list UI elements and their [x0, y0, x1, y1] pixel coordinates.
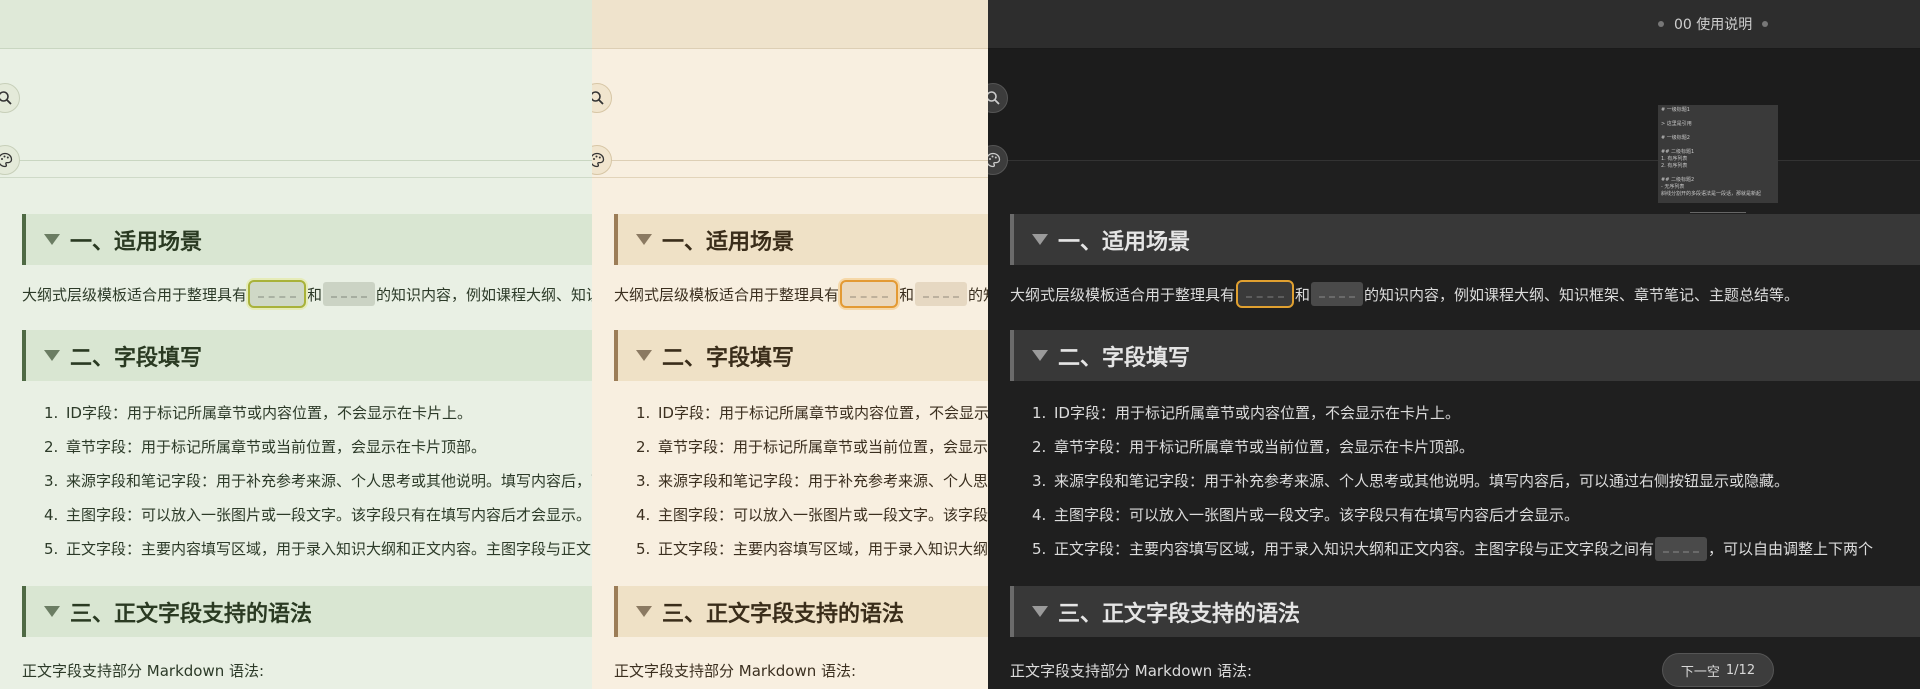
tool-area: # 一级标题1 > 这里是引用 # 一级标题2 ## 二级标题1 1. 有序列表…: [988, 49, 1920, 218]
card-content: 一、适用场景 大纲式层级模板适合用于整理具有 和 的知识内容，例如课程大纲、知识…: [0, 200, 592, 689]
cloze-blank[interactable]: [1311, 282, 1364, 306]
divider: [0, 177, 592, 178]
intro-paragraph: 大纲式层级模板适合用于整理具有 和 的知识内容，例如课程大纲、知识框架、章节笔记…: [614, 280, 988, 308]
search-icon: [592, 91, 604, 105]
section-heading-2[interactable]: 二、字段填写: [614, 330, 988, 381]
page-title: 00 使用说明: [1658, 14, 1769, 34]
syntax-intro: 正文字段支持部分 Markdown 语法:: [22, 661, 265, 680]
field-list: 1.ID字段：用于标记所属章节或内容位置，不会显示在卡片上。 2.章节字段：用于…: [22, 396, 592, 566]
list-item: 2.章节字段：用于标记所属章节或当前位置，会显示在卡片顶部。: [1032, 438, 1475, 456]
section-heading-2[interactable]: 二、字段填写: [1010, 330, 1920, 381]
section-heading-2[interactable]: 二、字段填写: [22, 330, 592, 381]
tool-area: [592, 49, 988, 161]
intro-paragraph: 大纲式层级模板适合用于整理具有 和 的知识内容，例如课程大纲、知识框架、章节笔记…: [22, 280, 592, 308]
cloze-blank[interactable]: [1655, 537, 1708, 561]
collapse-triangle-icon[interactable]: [636, 606, 652, 617]
palette-icon: [0, 152, 13, 168]
field-list: 1.ID字段：用于标记所属章节或内容位置，不会显示在卡片上。 2.章节字段：用于…: [1010, 396, 1873, 566]
search-icon: [0, 91, 12, 105]
list-item: 5.正文字段：主要内容填写区域，用于录入知识大纲和正文内容。主图字段与正文字段之…: [636, 540, 988, 558]
tool-area: [0, 49, 592, 161]
collapse-triangle-icon[interactable]: [44, 350, 60, 361]
list-item: 2.章节字段：用于标记所属章节或当前位置，会显示在卡片顶部。: [44, 438, 487, 456]
cloze-blank-active[interactable]: [840, 280, 899, 308]
collapse-triangle-icon[interactable]: [1032, 234, 1048, 245]
minimap[interactable]: # 一级标题1 > 这里是引用 # 一级标题2 ## 二级标题1 1. 有序列表…: [1658, 105, 1778, 203]
cloze-blank[interactable]: [323, 282, 376, 306]
collapse-triangle-icon[interactable]: [1032, 350, 1048, 361]
collapse-triangle-icon[interactable]: [44, 234, 60, 245]
intro-paragraph: 大纲式层级模板适合用于整理具有 和 的知识内容，例如课程大纲、知识框架、章节笔记…: [1010, 280, 1799, 308]
dot-icon: [1762, 21, 1769, 27]
collapse-triangle-icon[interactable]: [44, 606, 60, 617]
cloze-blank-active[interactable]: [1236, 280, 1295, 308]
list-item: 4.主图字段：可以放入一张图片或一段文字。该字段只有在填写内容后才会显示。: [1032, 506, 1580, 524]
top-bar: 00 使用说明: [988, 0, 1920, 49]
palette-icon: [592, 152, 605, 168]
card-content: 一、适用场景 大纲式层级模板适合用于整理具有 和 的知识内容，例如课程大纲、知识…: [988, 200, 1920, 689]
top-bar: [0, 0, 592, 49]
next-blank-button[interactable]: 下一空 1/12: [1662, 653, 1774, 687]
list-item: 1.ID字段：用于标记所属章节或内容位置，不会显示在卡片上。: [1032, 404, 1460, 422]
palette-icon: [988, 152, 1001, 168]
section-heading-3[interactable]: 三、正文字段支持的语法: [22, 586, 592, 637]
section-heading-1[interactable]: 一、适用场景: [614, 214, 988, 265]
collapse-triangle-icon[interactable]: [636, 234, 652, 245]
syntax-intro: 正文字段支持部分 Markdown 语法:: [614, 661, 857, 680]
top-bar: [592, 0, 988, 49]
list-item: 3.来源字段和笔记字段：用于补充参考来源、个人思考或其他说明。填写内容后，可以通…: [636, 472, 988, 490]
list-item: 2.章节字段：用于标记所属章节或当前位置，会显示在卡片顶部。: [636, 438, 988, 456]
theme-preview-dark: 00 使用说明 # 一级标题1 > 这里是引用 # 一级标题2 ## 二级标题1…: [988, 0, 1920, 689]
collapse-triangle-icon[interactable]: [1032, 606, 1048, 617]
list-item: 1.ID字段：用于标记所属章节或内容位置，不会显示在卡片上。: [636, 404, 988, 422]
list-item: 1.ID字段：用于标记所属章节或内容位置，不会显示在卡片上。: [44, 404, 472, 422]
dot-icon: [1658, 21, 1664, 27]
section-heading-1[interactable]: 一、适用场景: [22, 214, 592, 265]
section-heading-3[interactable]: 三、正文字段支持的语法: [614, 586, 988, 637]
section-heading-1[interactable]: 一、适用场景: [1010, 214, 1920, 265]
field-list: 1.ID字段：用于标记所属章节或内容位置，不会显示在卡片上。 2.章节字段：用于…: [614, 396, 988, 566]
search-icon: [988, 91, 1000, 105]
cloze-blank-active[interactable]: [248, 280, 307, 308]
list-item: 5.正文字段：主要内容填写区域，用于录入知识大纲和正文内容。主图字段与正文字段之…: [44, 540, 592, 558]
list-item: 5.正文字段：主要内容填写区域，用于录入知识大纲和正文内容。主图字段与正文字段之…: [1010, 532, 1873, 566]
list-item: 4.主图字段：可以放入一张图片或一段文字。该字段只有在填写内容后才会显示。: [636, 506, 988, 524]
divider: [592, 177, 988, 178]
theme-preview-cream: 一、适用场景 大纲式层级模板适合用于整理具有 和 的知识内容，例如课程大纲、知识…: [592, 0, 988, 689]
cloze-blank[interactable]: [915, 282, 968, 306]
collapse-triangle-icon[interactable]: [636, 350, 652, 361]
section-heading-3[interactable]: 三、正文字段支持的语法: [1010, 586, 1920, 637]
list-item: 3.来源字段和笔记字段：用于补充参考来源、个人思考或其他说明。填写内容后，可以通…: [1032, 472, 1790, 490]
list-item: 3.来源字段和笔记字段：用于补充参考来源、个人思考或其他说明。填写内容后，可以通…: [44, 472, 592, 490]
card-content: 一、适用场景 大纲式层级模板适合用于整理具有 和 的知识内容，例如课程大纲、知识…: [592, 200, 988, 689]
syntax-intro: 正文字段支持部分 Markdown 语法:: [1010, 661, 1253, 680]
theme-preview-green: 一、适用场景 大纲式层级模板适合用于整理具有 和 的知识内容，例如课程大纲、知识…: [0, 0, 592, 689]
list-item: 4.主图字段：可以放入一张图片或一段文字。该字段只有在填写内容后才会显示。: [44, 506, 592, 524]
